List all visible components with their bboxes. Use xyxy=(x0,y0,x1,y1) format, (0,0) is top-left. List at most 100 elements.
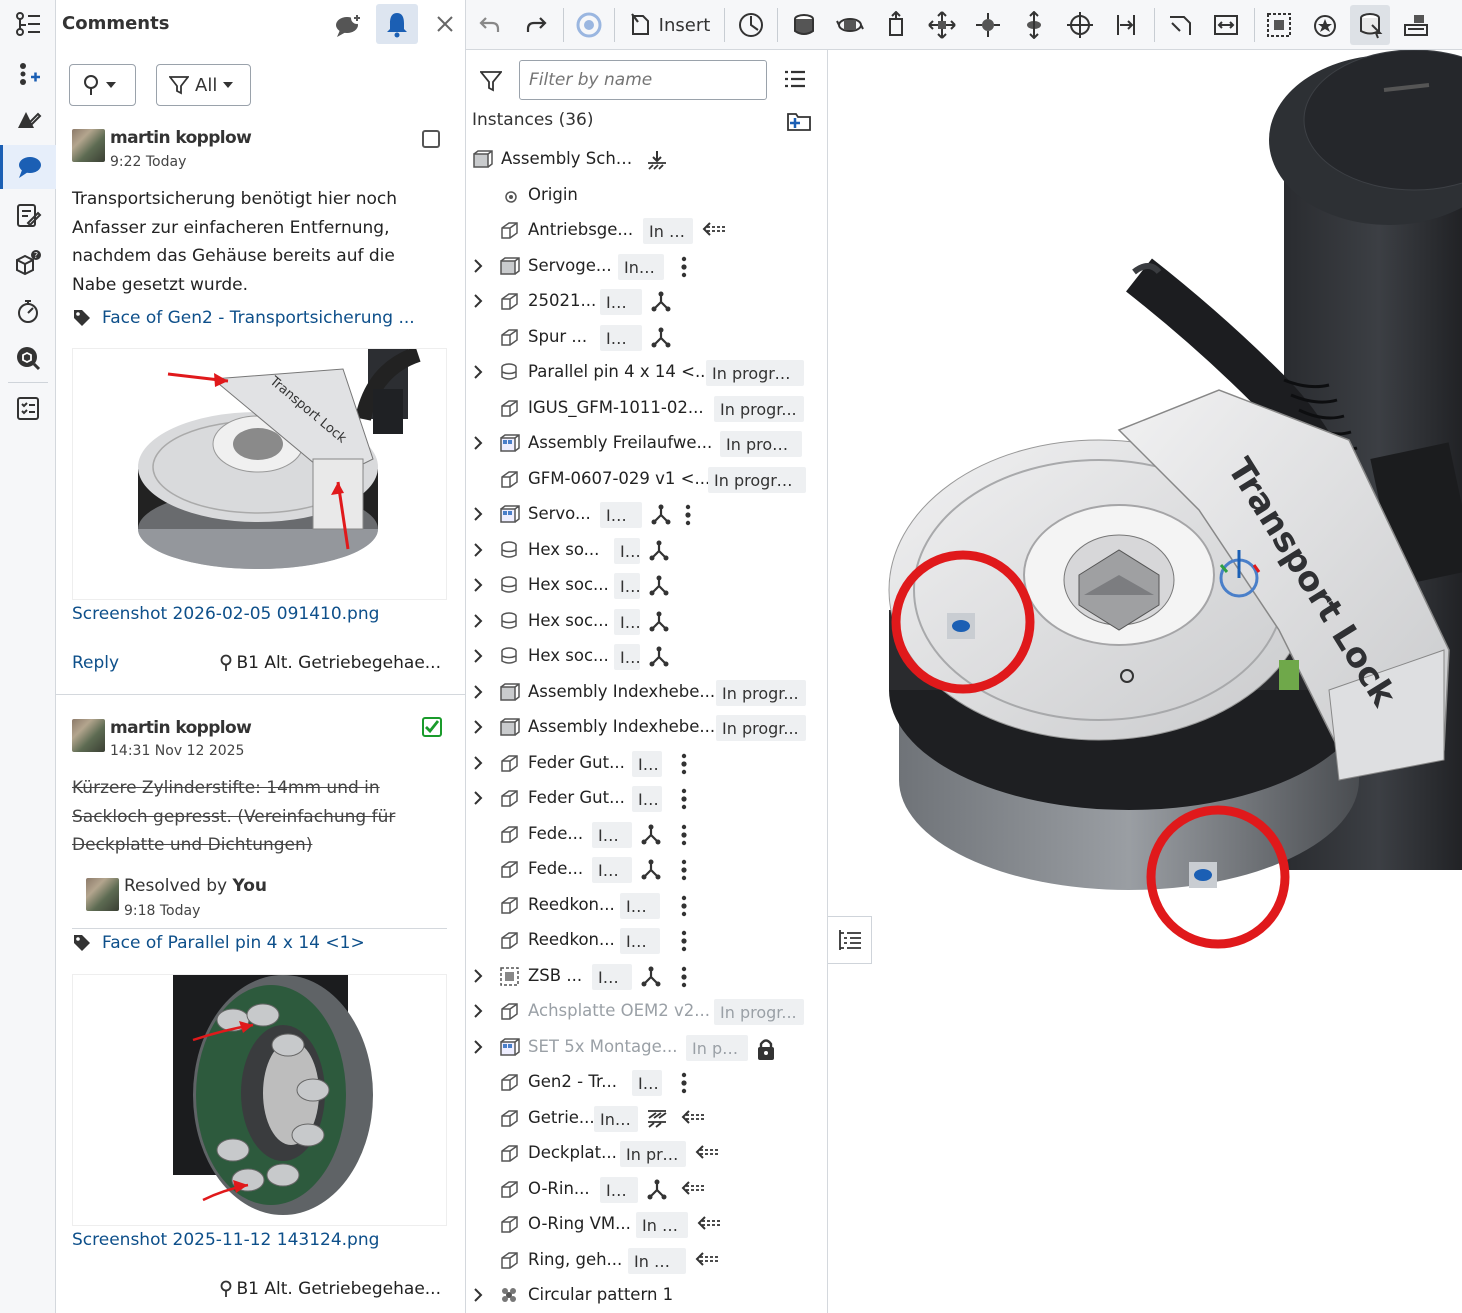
instance-row[interactable]: Ring, geh... In pr... xyxy=(466,1243,827,1278)
instance-row[interactable]: O-Rin... In... xyxy=(466,1172,827,1207)
mate-triad-icon[interactable] xyxy=(648,611,670,633)
expand-chevron-icon[interactable] xyxy=(472,718,484,736)
expand-chevron-icon[interactable] xyxy=(472,683,484,701)
performance-icon[interactable] xyxy=(0,289,56,333)
dots-icon[interactable] xyxy=(680,788,688,810)
dots-icon[interactable] xyxy=(680,930,688,952)
instance-row[interactable]: Reedkon... In ... xyxy=(466,923,827,958)
instance-row[interactable]: GFM-0607-029 v1 <... In progre... xyxy=(466,462,827,497)
comment-attachment-image[interactable] xyxy=(72,974,447,1226)
fix-icon[interactable] xyxy=(646,149,668,171)
expand-chevron-icon[interactable] xyxy=(472,576,484,594)
mate-arrow-icon[interactable] xyxy=(680,1108,706,1126)
reply-button[interactable]: Reply xyxy=(72,653,119,673)
resolved-checkbox[interactable] xyxy=(422,717,442,737)
status-filter-dropdown[interactable]: All xyxy=(156,64,251,106)
dots-icon[interactable] xyxy=(680,824,688,846)
instance-row[interactable]: Antriebsge... In p... xyxy=(466,213,827,248)
tangent-mate-button[interactable] xyxy=(1160,5,1200,45)
expand-chevron-icon[interactable] xyxy=(472,789,484,807)
mate-triad-icon[interactable] xyxy=(646,1179,668,1201)
mate-arrow-icon[interactable] xyxy=(701,220,727,238)
notifications-button[interactable] xyxy=(376,4,418,44)
instance-row[interactable]: Getrie... In ... xyxy=(466,1101,827,1136)
mate-arrow-icon[interactable] xyxy=(696,1214,722,1232)
mate-triad-icon[interactable] xyxy=(640,824,662,846)
expand-chevron-icon[interactable] xyxy=(472,1002,484,1020)
instance-row[interactable]: Origin xyxy=(466,178,827,213)
revolute-mate-button[interactable] xyxy=(830,5,870,45)
attachment-filename-link[interactable]: Screenshot 2026-02-05 091410.png xyxy=(72,604,379,624)
dots-icon[interactable] xyxy=(680,895,688,917)
expand-chevron-icon[interactable] xyxy=(472,612,484,630)
expand-chevron-icon[interactable] xyxy=(472,363,484,381)
instance-row[interactable]: Feder Gut... I... xyxy=(466,781,827,816)
location-filter-dropdown[interactable] xyxy=(69,64,136,106)
instance-row[interactable]: IGUS_GFM-1011-02... In progr... xyxy=(466,391,827,426)
expand-chevron-icon[interactable] xyxy=(472,505,484,523)
hatch-icon[interactable] xyxy=(646,1108,668,1128)
instance-row[interactable]: Hex so... I... xyxy=(466,533,827,568)
expand-chevron-icon[interactable] xyxy=(472,1286,484,1304)
instance-row[interactable]: Fede... In ... xyxy=(466,852,827,887)
dots-icon[interactable] xyxy=(680,966,688,988)
group-button[interactable] xyxy=(1259,5,1299,45)
instance-row[interactable]: Deckplat... In pro... xyxy=(466,1136,827,1171)
expand-chevron-icon[interactable] xyxy=(472,1038,484,1056)
insert-button[interactable]: Insert xyxy=(622,5,717,45)
instance-row[interactable]: 25021... In... xyxy=(466,284,827,319)
mate-triad-icon[interactable] xyxy=(650,504,672,526)
mate-triad-icon[interactable] xyxy=(650,291,672,313)
mate-triad-icon[interactable] xyxy=(640,966,662,988)
measure-button[interactable] xyxy=(731,5,771,45)
analysis-icon[interactable] xyxy=(0,336,56,380)
instance-row[interactable]: Fede... In ... xyxy=(466,817,827,852)
filter-toggle[interactable] xyxy=(480,70,502,92)
redo-button[interactable] xyxy=(518,5,556,45)
dots-icon[interactable] xyxy=(680,256,688,278)
instance-search-input[interactable] xyxy=(519,60,767,100)
dots-icon[interactable] xyxy=(680,753,688,775)
mate-triad-icon[interactable] xyxy=(640,859,662,881)
instance-row[interactable]: Assembly Freilaufwe... In prog... xyxy=(466,426,827,461)
comment-reference[interactable]: Face of Parallel pin 4 x 14 <1> xyxy=(72,933,365,953)
mate-arrow-icon[interactable] xyxy=(694,1250,720,1268)
add-comment-button[interactable] xyxy=(328,4,370,44)
comments-icon[interactable] xyxy=(0,145,56,189)
instance-row[interactable]: Gen2 - Tr... I... xyxy=(466,1065,827,1100)
new-folder-button[interactable] xyxy=(786,110,812,132)
dots-icon[interactable] xyxy=(680,859,688,881)
width-mate-button[interactable] xyxy=(1206,5,1246,45)
comment-location[interactable]: B1 Alt. Getriebegehae... xyxy=(219,1279,441,1299)
instance-row[interactable]: Servo... In... xyxy=(466,497,827,532)
replicate-button[interactable] xyxy=(1305,5,1345,45)
instance-row[interactable]: Circular pattern 1 xyxy=(466,1278,827,1313)
instance-row[interactable]: Parallel pin 4 x 14 <... In progre... xyxy=(466,355,827,390)
instance-row[interactable]: Assembly Indexhebe... In progr... xyxy=(466,675,827,710)
bom-help-icon[interactable]: ? xyxy=(0,240,56,284)
ball-mate-button[interactable] xyxy=(968,5,1008,45)
explode-button[interactable] xyxy=(1396,5,1436,45)
expand-chevron-icon[interactable] xyxy=(472,647,484,665)
mate-arrow-icon[interactable] xyxy=(680,1179,706,1197)
feature-list-icon[interactable] xyxy=(0,2,56,46)
expand-chevron-icon[interactable] xyxy=(472,434,484,452)
instance-row[interactable]: Spur ... In... xyxy=(466,320,827,355)
expand-chevron-icon[interactable] xyxy=(472,967,484,985)
instance-row[interactable]: Reedkon... In ... xyxy=(466,888,827,923)
instance-row[interactable]: Assembly Indexhebe... In progr... xyxy=(466,710,827,745)
instance-row[interactable]: Achsplatte OEM2 v2... In progr... xyxy=(466,994,827,1029)
planar-mate-button[interactable] xyxy=(922,5,962,45)
dots-icon[interactable] xyxy=(680,1072,688,1094)
instance-row[interactable]: Assembly Scha... xyxy=(466,142,827,177)
insert-mate-connector-icon[interactable] xyxy=(0,52,56,96)
instance-row[interactable]: Hex soc... I... xyxy=(466,639,827,674)
instance-row[interactable]: Servoge... In ... xyxy=(466,249,827,284)
mate-arrow-icon[interactable] xyxy=(694,1143,720,1161)
show-list-toggle[interactable] xyxy=(828,916,872,964)
lock-icon[interactable] xyxy=(756,1037,776,1061)
checklist-icon[interactable] xyxy=(0,386,56,430)
fastened-mate-button[interactable] xyxy=(784,5,824,45)
mate-triad-icon[interactable] xyxy=(650,327,672,349)
instance-row[interactable]: O-Ring VM... In p... xyxy=(466,1207,827,1242)
